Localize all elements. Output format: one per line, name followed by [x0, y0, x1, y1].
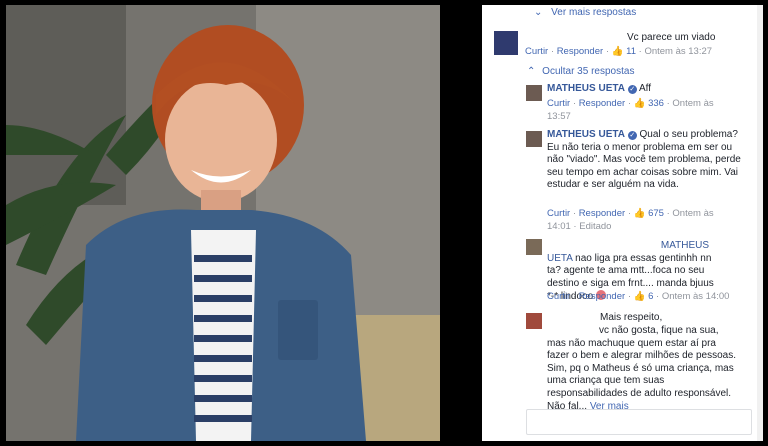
- comment-actions: Curtir · Responder · 👍 336 · Ontem às 13…: [547, 98, 714, 122]
- responder-link[interactable]: Responder: [579, 98, 625, 109]
- scrollbar[interactable]: [757, 5, 763, 441]
- avatar[interactable]: [494, 31, 518, 55]
- reply-2: MATHEUS UETA ✓ Qual o seu problema? Eu n…: [547, 129, 747, 192]
- comment-actions: Curtir · Responder · 👍 6 · Ontem às 14:0…: [547, 291, 730, 302]
- post-photo[interactable]: [6, 5, 440, 441]
- comment-actions: Curtir · Responder · 👍 11 · Ontem às 13:…: [525, 46, 713, 57]
- author-name[interactable]: MATHEUS UETA: [547, 129, 625, 140]
- like-icon[interactable]: 👍: [634, 291, 646, 302]
- avatar[interactable]: [526, 313, 542, 329]
- reply-input[interactable]: [526, 409, 752, 435]
- author-name[interactable]: MATHEUS UETA: [547, 83, 625, 94]
- comment-line-1: Mais respeito,: [600, 312, 663, 323]
- reply-1: MATHEUS UETA ✓ Aff: [547, 83, 727, 96]
- responder-link[interactable]: Responder: [579, 208, 625, 219]
- comment-text: Aff: [638, 83, 652, 94]
- comment-actions: Curtir · Responder · 👍 675 · Ontem às 14…: [547, 208, 714, 232]
- avatar[interactable]: [526, 131, 542, 147]
- edited-label[interactable]: Editado: [579, 221, 611, 232]
- ocultar-respostas-link[interactable]: ⌃ Ocultar 35 respostas: [527, 66, 634, 77]
- curtir-link[interactable]: Curtir: [525, 46, 548, 57]
- timestamp[interactable]: Ontem às 14:00: [662, 291, 730, 302]
- comments-panel: ⌄ Ver mais respostas Vc parece um viado …: [482, 5, 763, 441]
- curtir-link[interactable]: Curtir: [547, 291, 570, 302]
- curtir-link[interactable]: Curtir: [547, 208, 570, 219]
- like-count[interactable]: 11: [626, 46, 636, 57]
- like-count[interactable]: 675: [648, 208, 664, 219]
- avatar[interactable]: [526, 239, 542, 255]
- avatar[interactable]: [526, 85, 542, 101]
- like-icon[interactable]: 👍: [612, 46, 624, 57]
- verified-icon: ✓: [627, 85, 637, 94]
- chevron-down-icon: ⌄: [534, 7, 543, 18]
- timestamp[interactable]: Ontem às 13:27: [644, 46, 712, 57]
- verified-icon: ✓: [627, 131, 637, 140]
- ver-mais-respostas-link[interactable]: ⌄ Ver mais respostas: [534, 7, 636, 18]
- like-count[interactable]: 336: [648, 98, 664, 109]
- responder-link[interactable]: Responder: [557, 46, 603, 57]
- curtir-link[interactable]: Curtir: [547, 98, 570, 109]
- chevron-up-icon: ⌃: [527, 66, 536, 77]
- reply-4: vc não gosta, fique na sua, mas não mach…: [547, 325, 737, 413]
- like-icon[interactable]: 👍: [634, 208, 646, 219]
- responder-link[interactable]: Responder: [579, 291, 625, 302]
- comment-text: vc não gosta, fique na sua, mas não mach…: [547, 325, 736, 412]
- like-icon[interactable]: 👍: [634, 98, 646, 109]
- comment-text: Vc parece um viado: [627, 32, 716, 43]
- like-count[interactable]: 6: [648, 291, 653, 302]
